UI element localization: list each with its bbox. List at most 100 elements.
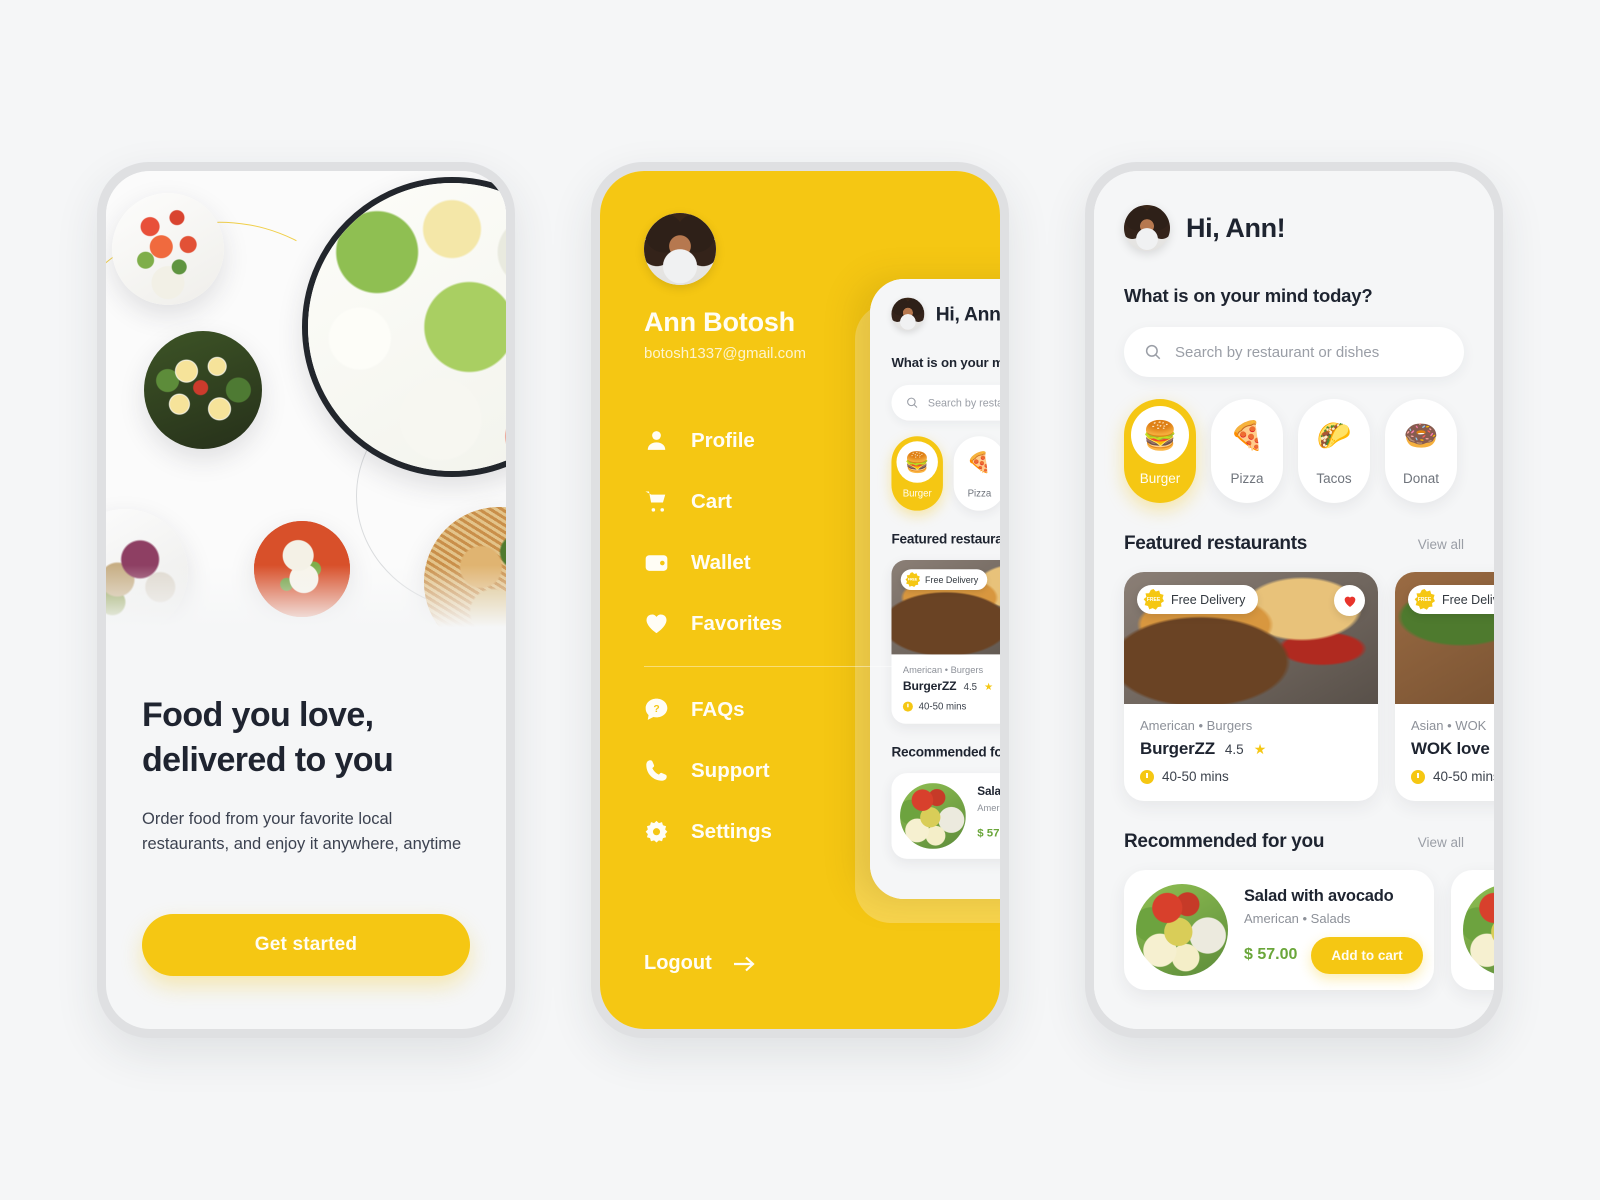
- dish-name: Salad with avocado: [977, 784, 1000, 798]
- onboarding-subtitle: Order food from your favorite local rest…: [142, 809, 462, 854]
- restaurant-photo: FREE Free Delivery: [1124, 572, 1378, 704]
- dish-photo: [1463, 884, 1494, 976]
- chip-pizza[interactable]: 🍕 Pizza: [1211, 399, 1283, 503]
- preview-greeting-row: Hi, Ann!: [891, 297, 1000, 331]
- add-to-cart-button[interactable]: Add to cart: [1311, 936, 1423, 974]
- menu-item-label: Cart: [691, 489, 733, 513]
- arrow-right-icon: [733, 956, 755, 971]
- avatar[interactable]: [644, 213, 716, 285]
- preview-search-bar[interactable]: [891, 384, 1000, 421]
- food-photo-dark-salad: [144, 331, 262, 449]
- greeting-text: Hi, Ann!: [1186, 212, 1286, 243]
- restaurant-delivery-time: 40-50 mins: [1162, 769, 1229, 784]
- preview-restaurant-card[interactable]: FREE Free Delivery American • Burgers Bu…: [891, 559, 1000, 724]
- home-content: Hi, Ann! What is on your mind today? 🍔 B…: [1094, 171, 1494, 1029]
- logout-button[interactable]: Logout: [644, 952, 756, 975]
- menu-item-faqs[interactable]: ? FAQs: [644, 679, 902, 740]
- clock-icon: [1140, 769, 1154, 784]
- menu-item-profile[interactable]: Profile: [644, 410, 902, 471]
- restaurant-category: American • Burgers: [1140, 718, 1253, 733]
- restaurant-card-woklove[interactable]: FREE Free Delivery Asian • WOK WOK love …: [1395, 572, 1494, 801]
- chip-tacos[interactable]: 🌮 Tacos: [1298, 399, 1370, 503]
- get-started-button[interactable]: Get started: [142, 913, 470, 976]
- phone-onboarding: Food you love, delivered to you Order fo…: [97, 162, 515, 1038]
- side-drawer: Hi, Ann! What is on your mind today?: [600, 171, 1000, 1029]
- search-input[interactable]: [1175, 343, 1444, 361]
- featured-restaurants-row[interactable]: FREE Free Delivery American • Burgers Bu…: [1094, 572, 1494, 801]
- featured-title: Featured restaurants: [1124, 533, 1308, 554]
- home-screen: Hi, Ann! What is on your mind today? 🍔 B…: [1094, 171, 1494, 1029]
- drawer-screen: Hi, Ann! What is on your mind today?: [600, 171, 1000, 1029]
- food-photo-bruschetta: [112, 193, 224, 305]
- free-burst-icon: FREE: [1143, 589, 1164, 610]
- recommended-view-all[interactable]: View all: [1418, 835, 1464, 850]
- restaurant-delivery-time: 40-50 mins: [918, 700, 967, 712]
- dish-card-next[interactable]: Green bowl American • Salads $ 49.00 Add…: [1451, 870, 1494, 990]
- drawer-user-email: botosh1337@gmail.com: [644, 345, 806, 362]
- featured-header: Featured restaurants View all: [1124, 533, 1464, 555]
- chip-label-donat: Donat: [1402, 471, 1440, 486]
- star-icon: ★: [1253, 740, 1267, 757]
- preview-search-input[interactable]: [927, 396, 1000, 409]
- free-delivery-badge: FREE Free Delivery: [1137, 585, 1259, 614]
- badge-label: Free Delivery: [925, 574, 979, 585]
- chip-donat[interactable]: 🍩 Donat: [1385, 399, 1457, 503]
- recommended-header: Recommended for you View all: [1124, 831, 1464, 853]
- heart-icon: [1344, 596, 1355, 607]
- preview-chip-label: Pizza: [967, 487, 992, 499]
- recommended-row[interactable]: Salad with avocado American • Salads $ 5…: [1094, 870, 1494, 990]
- favorite-heart-button[interactable]: [1334, 585, 1365, 616]
- drawer-content: Ann Botosh botosh1337@gmail.com Profile: [600, 171, 902, 862]
- restaurant-name: WOK love: [1411, 739, 1490, 758]
- dish-category: American • Salads: [977, 802, 1000, 813]
- preview-chip-pizza[interactable]: 🍕 Pizza: [953, 436, 1000, 511]
- clock-icon: [1411, 769, 1425, 784]
- restaurant-info: American • Burgers BurgerZZ 4.5 ★ 40-50 …: [891, 654, 1000, 723]
- taco-icon: 🌮: [1305, 406, 1363, 464]
- phone-drawer: Hi, Ann! What is on your mind today?: [591, 162, 1009, 1038]
- search-bar[interactable]: [1124, 327, 1464, 377]
- search-icon: [907, 397, 918, 408]
- dish-price: $ 57.00: [977, 827, 1000, 840]
- mockup-board: Food you love, delivered to you Order fo…: [0, 0, 1600, 1200]
- phone-home: Hi, Ann! What is on your mind today? 🍔 B…: [1085, 162, 1503, 1038]
- menu-item-wallet[interactable]: Wallet: [644, 532, 902, 593]
- recommended-title: Recommended for you: [1124, 831, 1325, 852]
- restaurant-photo: FREE Free Delivery: [891, 559, 1000, 655]
- heart-icon: [644, 611, 669, 636]
- burger-icon: 🍔: [896, 441, 938, 483]
- cart-icon: [644, 489, 669, 514]
- onboarding-screen: Food you love, delivered to you Order fo…: [106, 171, 506, 1029]
- chip-burger[interactable]: 🍔 Burger: [1124, 399, 1196, 503]
- menu-item-favorites[interactable]: Favorites: [644, 593, 902, 654]
- onboarding-title: Food you love, delivered to you: [142, 693, 470, 783]
- restaurant-delivery-time: 40-50 mins: [1433, 769, 1494, 784]
- featured-view-all[interactable]: View all: [1418, 537, 1464, 552]
- restaurant-rating: 4.5: [1224, 741, 1244, 757]
- avatar[interactable]: [1124, 205, 1170, 251]
- question-bubble-icon: ?: [644, 697, 669, 722]
- onboarding-content: Food you love, delivered to you Order fo…: [106, 645, 506, 976]
- menu-item-label: Support: [691, 758, 770, 782]
- phone-icon: [644, 758, 669, 783]
- restaurant-info: Asian • WOK WOK love 4.5 ★ 40-50 mins: [1395, 704, 1494, 801]
- restaurant-category: Asian • WOK: [1411, 718, 1487, 733]
- gear-icon: [644, 819, 669, 844]
- dish-category: American • Salads: [1244, 910, 1351, 926]
- drawer-menu: Profile Cart Wallet Favorites ? FAQs Sup…: [644, 410, 902, 862]
- menu-item-settings[interactable]: Settings: [644, 801, 902, 862]
- free-burst-icon: FREE: [905, 572, 921, 588]
- dish-photo: [900, 783, 966, 849]
- hero-food-collage: [106, 171, 506, 645]
- menu-item-cart[interactable]: Cart: [644, 471, 902, 532]
- logout-label: Logout: [644, 952, 712, 974]
- menu-item-support[interactable]: Support: [644, 740, 902, 801]
- dish-card-salad-with-avocado[interactable]: Salad with avocado American • Salads $ 5…: [1124, 870, 1434, 990]
- restaurant-photo: FREE Free Delivery: [1395, 572, 1494, 704]
- user-icon: [644, 428, 669, 453]
- restaurant-info: American • Burgers BurgerZZ 4.5 ★ 40-50 …: [1124, 704, 1378, 801]
- wallet-icon: [644, 550, 669, 575]
- category-chips: 🍔 Burger 🍕 Pizza 🌮 Tacos 🍩 Donat: [1094, 399, 1494, 503]
- restaurant-card-burgerzz[interactable]: FREE Free Delivery American • Burgers Bu…: [1124, 572, 1378, 801]
- preview-dish-card[interactable]: Salad with avocado American • Salads $ 5…: [891, 773, 1000, 859]
